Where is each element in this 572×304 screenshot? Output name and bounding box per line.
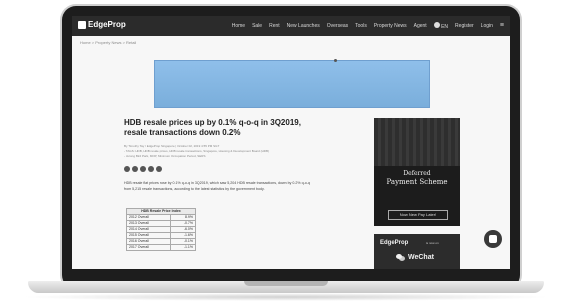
share-buttons (124, 166, 162, 172)
nav-item-property-news[interactable]: Property News (374, 23, 407, 29)
chat-button[interactable] (484, 230, 502, 248)
register-link[interactable]: Register (455, 23, 474, 29)
nav-item-agent[interactable]: Agent (414, 23, 427, 29)
twitter-icon[interactable] (132, 166, 138, 172)
globe-icon (433, 22, 440, 28)
language-label: EN (441, 24, 449, 30)
top-navbar: EdgeProp Home Sale Rent New Launches Ove… (72, 16, 510, 36)
meta-line[interactable]: - Jurong Bird Park, MOP, Minimum Occupat… (124, 154, 314, 159)
site-logo[interactable]: EdgeProp (78, 20, 126, 29)
whatsapp-icon[interactable] (148, 166, 154, 172)
main-nav: Home Sale Rent New Launches Overseas Too… (232, 22, 504, 30)
nav-item-overseas[interactable]: Overseas (327, 23, 348, 29)
ad-brand: EdgeProp (380, 240, 409, 246)
language-selector[interactable]: EN (433, 22, 449, 30)
wechat-label-row: WeChat (396, 254, 434, 261)
table-cell-label: 2017 Overall (126, 244, 171, 251)
ad-photo (374, 118, 460, 166)
nav-item-new-launches[interactable]: New Launches (287, 23, 320, 29)
ad-marker-icon (334, 59, 337, 62)
nav-item-sale[interactable]: Sale (252, 23, 262, 29)
wechat-icon (396, 254, 405, 261)
ad-line-2: Payment Scheme (386, 178, 448, 186)
ad-small-text: is now on (426, 241, 439, 245)
ad-cta-button[interactable]: Now New Pay Later! (388, 210, 448, 220)
facebook-icon[interactable] (124, 166, 130, 172)
laptop-shadow (20, 293, 552, 301)
sidebar-ad-wechat[interactable]: EdgeProp is now on WeChat (374, 234, 460, 269)
table-cell-value: -1.1% (169, 244, 197, 251)
linkedin-icon[interactable] (140, 166, 146, 172)
logo-text: EdgeProp (88, 20, 126, 29)
article-lead: HDB resale flat prices rose by 0.1% q-o-… (124, 181, 310, 191)
laptop-notch (244, 281, 328, 286)
article-title: HDB resale prices up by 0.1% q-o-q in 3Q… (124, 118, 301, 137)
ad-text: Deferred Payment Scheme (374, 170, 460, 186)
sidebar-ad-deferred-payment[interactable]: Deferred Payment Scheme Now New Pay Late… (374, 118, 460, 226)
breadcrumb[interactable]: Home > Property News > Retail (80, 40, 136, 45)
nav-item-tools[interactable]: Tools (355, 23, 367, 29)
menu-icon[interactable]: ≡ (500, 22, 504, 29)
price-index-table: HDB Resale Price Index 2012 Overall 8.9% … (126, 208, 197, 251)
top-banner-ad[interactable] (154, 60, 430, 108)
nav-item-rent[interactable]: Rent (269, 23, 280, 29)
ad-line-1: Deferred (403, 170, 431, 177)
article-meta: By Timothy Tay / EdgeProp Singapore | Oc… (124, 144, 314, 159)
wechat-label: WeChat (408, 254, 434, 261)
screen: EdgeProp Home Sale Rent New Launches Ove… (72, 16, 510, 269)
email-icon[interactable] (156, 166, 162, 172)
nav-item-home[interactable]: Home (232, 23, 245, 29)
table-row: 2017 Overall -1.1% (126, 244, 197, 251)
login-link[interactable]: Login (481, 23, 493, 29)
logo-icon (78, 20, 86, 29)
